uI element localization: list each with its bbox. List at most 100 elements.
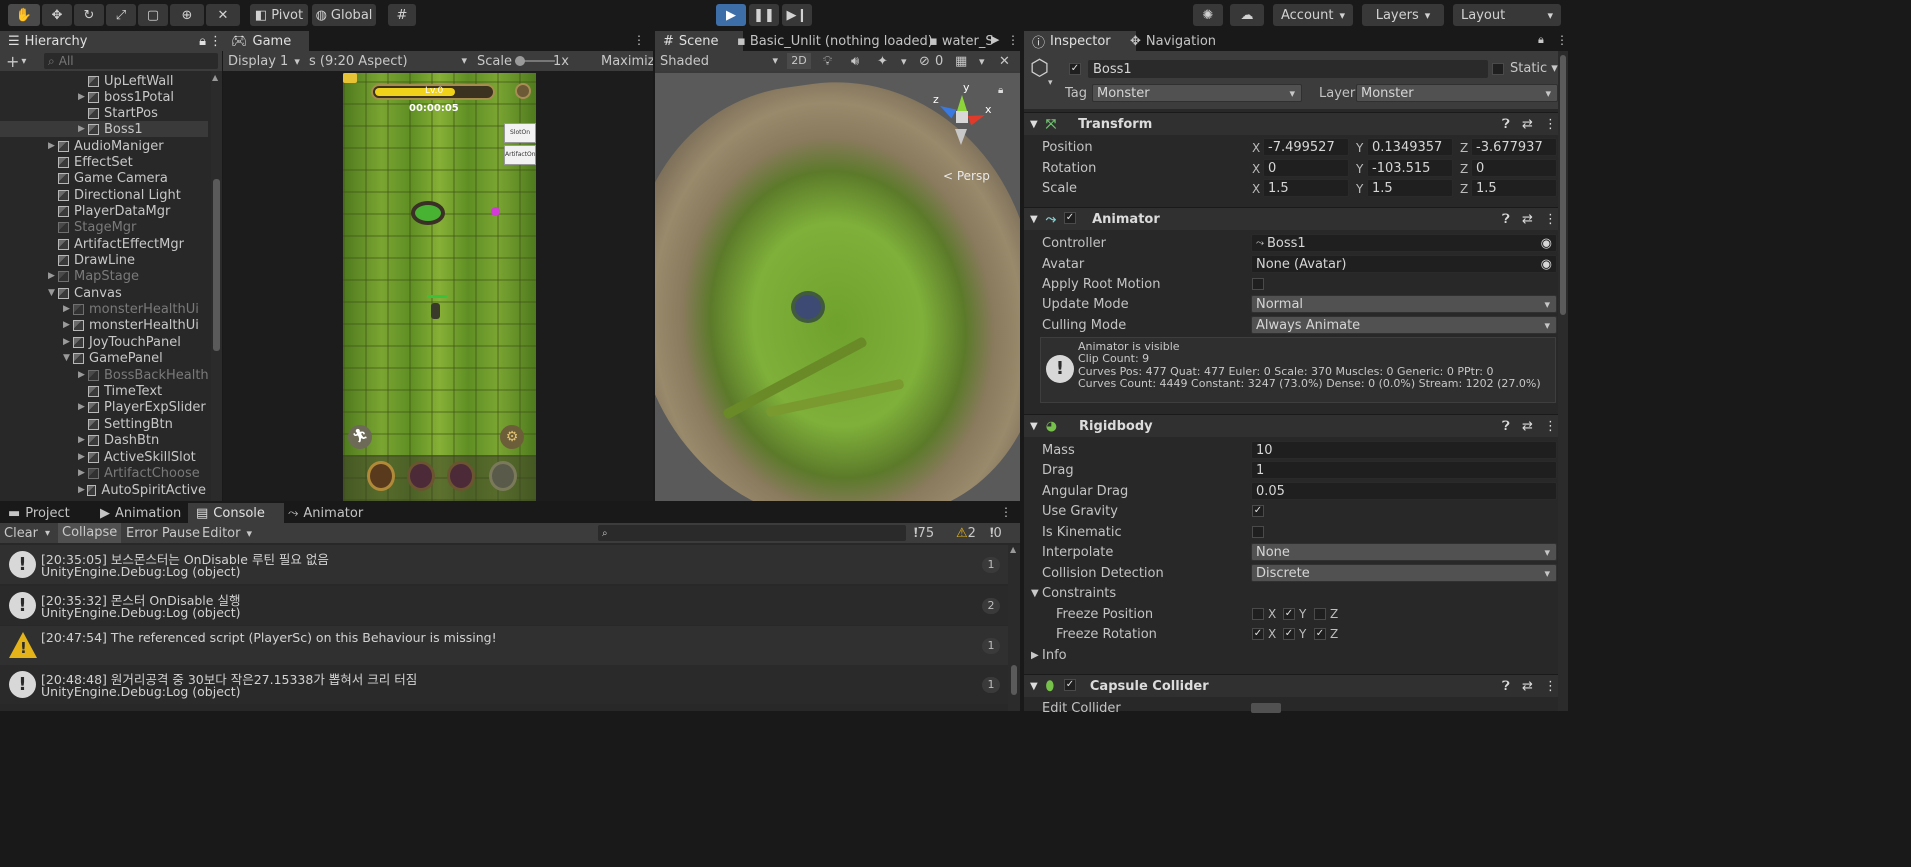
hierarchy-item[interactable]: UpLeftWall [78,73,173,89]
grid-dropdown-icon[interactable]: ▾ [979,55,985,68]
expand-arrow-icon[interactable]: ▶ [78,452,88,462]
play-button[interactable]: ▶ [716,4,746,26]
expand-arrow-icon[interactable]: ▶ [63,304,73,314]
tab-console[interactable]: ▤ Console [188,503,284,523]
lock-icon[interactable]: 🔒︎ [199,34,206,49]
scale-x-field[interactable]: 1.5 [1263,179,1349,197]
angular-drag-field[interactable]: 0.05 [1251,482,1557,500]
component-menu-icon[interactable]: ⋮ [1544,117,1557,132]
collision-detection-dropdown[interactable]: Discrete [1251,564,1557,582]
object-name-field[interactable]: Boss1 [1088,60,1488,78]
expand-arrow-icon[interactable]: ▶ [1031,650,1039,661]
kebab-menu-icon[interactable]: ⋮ [633,33,645,47]
clear-dropdown-icon[interactable]: ▾ [45,528,50,539]
lighting-icon[interactable]: 💡︎ [823,54,832,69]
scale-tool-icon[interactable]: ⤢ [106,4,136,26]
animator-enabled-checkbox[interactable]: ✓ [1064,212,1076,224]
expand-arrow-icon[interactable]: ▶ [48,141,58,151]
capsule-enabled-checkbox[interactable]: ✓ [1064,679,1076,691]
hierarchy-item-selected[interactable]: ▶ Boss1 [0,121,208,137]
hierarchy-item[interactable]: ArtifactEffectMgr [48,236,184,252]
hierarchy-item[interactable]: ▶ AutoSpiritActive [78,482,206,498]
tab-scroll-right-icon[interactable]: ▶ [991,33,999,46]
hierarchy-item[interactable]: ▶ DashBtn [78,432,159,448]
freeze-position-z-checkbox[interactable] [1314,608,1326,620]
tab-inspector[interactable]: ⓘ Inspector [1024,31,1136,51]
transform-header[interactable]: ▼ ⤧ Transform ❓︎ ⇄ ⋮ [1024,112,1568,135]
auto-icon[interactable]: ⚙ [500,425,524,449]
pivot-button[interactable]: ◧ Pivot [250,4,308,26]
help-icon[interactable]: ❓︎ [1502,212,1510,227]
gizmo-z-axis[interactable] [937,101,957,119]
tab-basic-unlit[interactable]: ▪ Basic_Unlit (nothing loaded) [729,31,941,51]
freeze-rotation-y-checkbox[interactable]: ✓ [1283,628,1295,640]
tag-dropdown[interactable]: Monster [1092,84,1302,102]
rotation-x-field[interactable]: 0 [1263,159,1349,177]
hierarchy-item[interactable]: PlayerDataMgr [48,203,170,219]
expand-arrow-icon[interactable]: ▶ [78,435,88,445]
console-log-row[interactable]: ! [20:35:05] 보스몬스터는 OnDisable 루틴 필요 없음 U… [0,545,1016,584]
warning-filter-toggle[interactable]: ⚠2 [956,526,976,541]
effects-icon[interactable]: ✦ [877,54,888,69]
hierarchy-item[interactable]: ▼ GamePanel [63,350,163,366]
collapse-arrow-icon[interactable]: ▼ [1030,681,1038,692]
static-checkbox[interactable] [1492,63,1504,75]
component-menu-icon[interactable]: ⋮ [1544,212,1557,227]
apply-root-motion-checkbox[interactable] [1252,278,1264,290]
expand-arrow-icon[interactable]: ▶ [63,320,73,330]
editor-dropdown[interactable]: Editor [202,526,252,541]
expand-arrow-icon[interactable]: ▶ [78,468,88,478]
component-menu-icon[interactable]: ⋮ [1544,419,1557,434]
kebab-menu-icon[interactable]: ⋮ [1556,33,1568,47]
layer-dropdown[interactable]: Monster [1356,84,1558,102]
display-dropdown[interactable]: Display 1 [228,54,300,69]
orientation-gizmo[interactable]: y x z [925,81,997,161]
gizmo-neg-y[interactable] [955,129,967,145]
hierarchy-item[interactable]: ▶ monsterHealthUi [63,301,199,317]
hierarchy-item[interactable]: Directional Light [48,187,181,203]
console-log-row[interactable]: ! [20:47:54] The referenced script (Play… [0,626,1016,665]
rotate-tool-icon[interactable]: ↻ [74,4,104,26]
rect-tool-icon[interactable]: ▢ [138,4,168,26]
scene-viewport[interactable]: y x z 🔒︎ < Persp [655,73,1020,501]
hierarchy-item[interactable]: StageMgr [48,219,136,235]
dash-icon[interactable]: 🏃︎ [348,425,372,449]
avatar-field[interactable]: None (Avatar) ◉ [1251,255,1557,273]
pause-button[interactable]: ❚❚ [749,4,779,26]
clear-button[interactable]: Clear [4,526,38,541]
position-z-field[interactable]: -3.677937 [1471,138,1557,156]
use-gravity-checkbox[interactable]: ✓ [1252,505,1264,517]
hierarchy-scroll-thumb[interactable] [213,179,220,351]
kebab-menu-icon[interactable]: ⋮ [1000,505,1012,519]
collapse-arrow-icon[interactable]: ▼ [1030,214,1038,225]
collapse-arrow-icon[interactable]: ▼ [1030,421,1038,432]
help-icon[interactable]: ❓︎ [1502,419,1510,434]
hierarchy-item[interactable]: ▶ monsterHealthUi [63,317,199,333]
culling-mode-dropdown[interactable]: Always Animate [1251,316,1557,334]
preset-icon[interactable]: ⇄ [1522,419,1533,434]
tab-hierarchy[interactable]: ☰ Hierarchy 🔒︎ ⋮ [0,31,226,51]
console-scrollbar[interactable]: ▲ [1008,545,1020,711]
hierarchy-item[interactable]: ▶ PlayerExpSlider [78,399,206,415]
gameobject-icon[interactable]: ⬡ [1030,58,1052,80]
layers-dropdown[interactable]: Layers [1362,4,1444,26]
2d-toggle[interactable]: 2D [787,53,811,69]
inspector-scroll-thumb[interactable] [1560,55,1566,315]
console-scroll-thumb[interactable] [1011,665,1017,695]
animator-header[interactable]: ▼ ⤳ ✓ Animator ❓︎ ⇄ ⋮ [1024,207,1568,230]
kebab-menu-icon[interactable]: ⋮ [1007,33,1019,47]
boss-spider[interactable] [795,295,821,319]
hierarchy-item[interactable]: ▶ ActiveSkillSlot [78,449,196,465]
scroll-up-icon[interactable]: ▲ [212,73,218,82]
expand-arrow-icon[interactable]: ▶ [78,402,88,412]
collapse-arrow-icon[interactable]: ▼ [1031,588,1039,599]
capsule-collider-header[interactable]: ▼ ⬮ ✓ Capsule Collider ❓︎ ⇄ ⋮ [1024,674,1568,697]
console-log-row[interactable]: ! [20:48:48] 원거리공격 중 30보다 작은27.15338가 뽑혀… [0,665,1016,704]
hierarchy-item[interactable]: ▼ Canvas [48,285,122,301]
scale-slider[interactable] [515,56,555,66]
skill-slot-1[interactable] [367,461,395,491]
position-x-field[interactable]: -7.499527 [1263,138,1349,156]
settings-gear-icon[interactable] [515,83,531,99]
gizmo-y-axis[interactable] [957,95,967,111]
artifact-on-button[interactable]: ArtifactOn [504,145,536,165]
